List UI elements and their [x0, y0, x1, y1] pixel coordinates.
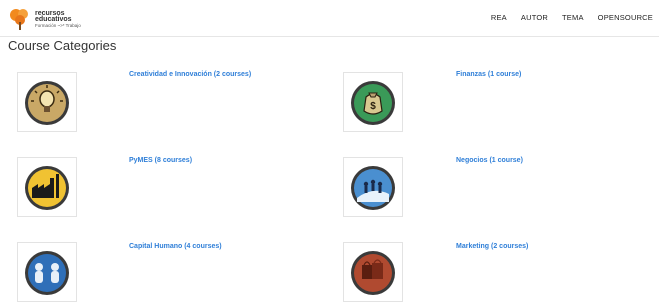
page-title: Course Categories [8, 38, 117, 53]
category-thumbnail-marketing[interactable] [343, 242, 403, 302]
category-thumbnail-pymes[interactable] [17, 157, 77, 217]
business-people-icon [351, 166, 395, 210]
money-bag-icon: $ [351, 81, 395, 125]
category-link-negocios[interactable]: Negocios (1 course) [456, 157, 523, 164]
category-link-marketing[interactable]: Marketing (2 courses) [456, 243, 528, 250]
category-thumbnail-finanzas[interactable]: $ [343, 72, 403, 132]
nav-link-opensource[interactable]: OPENSOURCE [598, 13, 653, 22]
svg-text:$: $ [370, 101, 376, 112]
logo-line-3: Formación ~>* Trabajo [35, 23, 81, 28]
lightbulb-icon [25, 81, 69, 125]
nav-link-rea[interactable]: REA [491, 13, 507, 22]
nav-link-autor[interactable]: AUTOR [521, 13, 548, 22]
people-group-icon [25, 251, 69, 295]
shopping-bags-icon [351, 251, 395, 295]
category-link-finanzas[interactable]: Finanzas (1 course) [456, 71, 521, 78]
site-header: recursos educativos Formación ~>* Trabaj… [0, 0, 659, 37]
category-link-pymes[interactable]: PyMES (8 courses) [129, 157, 192, 164]
nav-link-tema[interactable]: TEMA [562, 13, 584, 22]
category-link-creatividad[interactable]: Creatividad e Innovación (2 courses) [129, 71, 251, 78]
site-logo[interactable]: recursos educativos Formación ~>* Trabaj… [8, 6, 98, 32]
logo-text: recursos educativos Formación ~>* Trabaj… [35, 10, 81, 29]
orange-tree-logo-icon [10, 9, 28, 30]
category-link-capital-humano[interactable]: Capital Humano (4 courses) [129, 243, 222, 250]
factory-icon [25, 166, 69, 210]
category-thumbnail-negocios[interactable] [343, 157, 403, 217]
category-thumbnail-creatividad[interactable] [17, 72, 77, 132]
main-nav: REA AUTOR TEMA OPENSOURCE [477, 13, 653, 22]
category-thumbnail-capital-humano[interactable] [17, 242, 77, 302]
